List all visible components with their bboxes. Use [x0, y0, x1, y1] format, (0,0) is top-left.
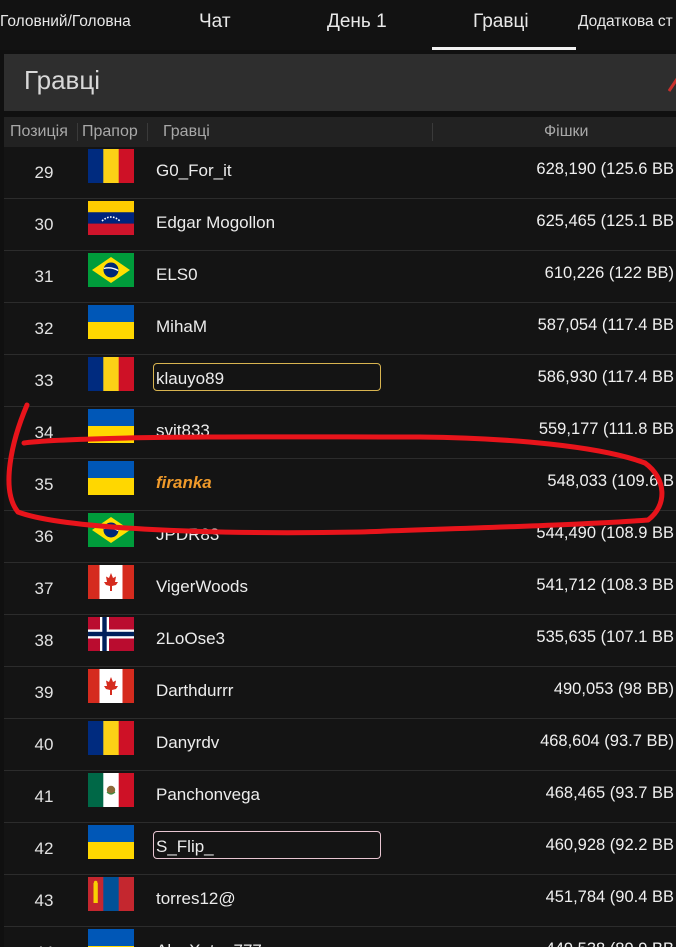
player-chips: 544,490 (108.9 BB — [536, 524, 674, 542]
player-chips: 541,712 (108.3 BB — [536, 576, 674, 594]
row-position: 43 — [34, 891, 54, 910]
row-position: 37 — [34, 579, 54, 598]
column-divider — [147, 123, 148, 141]
brazil-flag-icon — [88, 513, 134, 547]
table-row[interactable]: 35 firanka 548,033 (109.6 B — [4, 459, 676, 511]
ukraine-flag-icon — [88, 305, 134, 339]
table-row[interactable]: 42 S_Flip_ 460,928 (92.2 BB — [4, 823, 676, 875]
row-position: 31 — [34, 267, 54, 286]
player-name[interactable]: Danyrdv — [156, 719, 219, 767]
player-name[interactable]: MihaM — [156, 303, 207, 351]
romania-flag-icon — [88, 357, 134, 391]
tab-main[interactable]: Головний/Головна — [0, 0, 131, 50]
player-chips: 559,177 (111.8 BB — [538, 420, 674, 438]
column-players[interactable]: Гравці — [163, 123, 210, 141]
player-name[interactable]: S_Flip_ — [156, 823, 214, 871]
row-position: 32 — [34, 319, 54, 338]
brazil-flag-icon — [88, 253, 134, 287]
table-row[interactable]: 37 VigerWoods 541,712 (108.3 BB — [4, 563, 676, 615]
row-position: 38 — [34, 631, 54, 650]
player-name[interactable]: 2LoOse3 — [156, 615, 225, 663]
tab-additional[interactable]: Додаткова ст — [578, 0, 673, 50]
row-position: 41 — [34, 787, 54, 806]
player-chips: 586,930 (117.4 BB — [537, 368, 674, 386]
table-row[interactable]: 30 Edgar Mogollon 625,465 (125.1 BB — [4, 199, 676, 251]
table-row[interactable]: 36 JPDR83 544,490 (108.9 BB — [4, 511, 676, 563]
panel-title: Гравці — [24, 65, 101, 95]
player-name[interactable]: AlexXata_777 — [156, 927, 262, 947]
players-table-body: 29 G0_For_it 628,190 (125.6 BB 30 Edgar Mogo… — [4, 147, 676, 947]
column-divider — [77, 123, 78, 141]
mongolia-flag-icon — [88, 877, 134, 911]
venezuela-flag-icon — [88, 201, 134, 235]
player-name[interactable]: Darthdurrr — [156, 667, 233, 715]
player-chips: 628,190 (125.6 BB — [536, 160, 674, 178]
player-chips: 587,054 (117.4 BB — [537, 316, 674, 334]
table-row[interactable]: 34 svit833 559,177 (111.8 BB — [4, 407, 676, 459]
row-position: 42 — [34, 839, 54, 858]
player-name[interactable]: JPDR83 — [156, 511, 219, 559]
player-chips: 468,465 (93.7 BB — [545, 784, 674, 802]
player-name[interactable]: VigerWoods — [156, 563, 248, 611]
panel-header: Гравці — [4, 54, 676, 111]
ukraine-flag-icon — [88, 409, 134, 443]
canada-flag-icon — [88, 565, 134, 599]
player-chips: 449,538 (89.9 BB — [546, 927, 674, 947]
player-name[interactable]: G0_For_it — [156, 147, 232, 195]
row-position: 40 — [34, 735, 54, 754]
player-name[interactable]: klauyo89 — [156, 355, 224, 403]
table-row[interactable]: 31 ELS0 610,226 (122 BB) — [4, 251, 676, 303]
ukraine-flag-icon — [88, 929, 134, 947]
player-chips: 490,053 (98 BB) — [553, 680, 674, 698]
mexico-flag-icon — [88, 773, 134, 807]
player-chips: 468,604 (93.7 BB) — [540, 732, 674, 750]
tab-chat[interactable]: Чат — [199, 0, 231, 50]
player-name[interactable]: torres12@ — [156, 875, 236, 923]
player-name[interactable]: Panchonvega — [156, 771, 260, 819]
table-row[interactable]: 41 Panchonvega 468,465 (93.7 BB — [4, 771, 676, 823]
norway-flag-icon — [88, 617, 134, 651]
row-position: 44 — [26, 927, 62, 947]
tab-day-1[interactable]: День 1 — [327, 0, 387, 50]
player-name[interactable]: Edgar Mogollon — [156, 199, 275, 247]
table-row[interactable]: 32 MihaM 587,054 (117.4 BB — [4, 303, 676, 355]
table-row[interactable]: 43 torres12@ 451,784 (90.4 BB — [4, 875, 676, 927]
tab-players[interactable]: Гравці — [473, 0, 529, 50]
player-chips: 548,033 (109.6 B — [547, 472, 674, 490]
table-row[interactable]: 40 Danyrdv 468,604 (93.7 BB) — [4, 719, 676, 771]
table-row[interactable]: 38 2LoOse3 535,635 (107.1 BB — [4, 615, 676, 667]
player-chips: 625,465 (125.1 BB — [536, 212, 674, 230]
active-tab-indicator — [432, 47, 576, 50]
table-row[interactable]: 33 klauyo89 586,930 (117.4 BB — [4, 355, 676, 407]
table-row[interactable]: 29 G0_For_it 628,190 (125.6 BB — [4, 147, 676, 199]
row-position: 36 — [34, 527, 54, 546]
column-flag[interactable]: Прапор — [82, 123, 138, 141]
player-name[interactable]: firanka — [156, 459, 212, 507]
player-chips: 460,928 (92.2 BB — [545, 836, 674, 854]
player-name[interactable]: svit833 — [156, 407, 210, 455]
romania-flag-icon — [88, 149, 134, 183]
column-divider — [432, 123, 433, 141]
romania-flag-icon — [88, 721, 134, 755]
player-chips: 451,784 (90.4 BB — [545, 888, 674, 906]
player-name[interactable]: ELS0 — [156, 251, 198, 299]
row-position: 29 — [34, 163, 54, 182]
row-position: 33 — [34, 371, 54, 390]
table-header: Позиція Прапор Гравці Фішки — [4, 117, 676, 147]
row-position: 30 — [34, 215, 54, 234]
column-position[interactable]: Позиція — [10, 123, 68, 141]
canada-flag-icon — [88, 669, 134, 703]
player-chips: 535,635 (107.1 BB — [536, 628, 674, 646]
top-tab-bar: Головний/Головна Чат День 1 Гравці Додат… — [0, 0, 676, 50]
row-position: 39 — [34, 683, 54, 702]
column-chips[interactable]: Фішки — [544, 123, 589, 141]
table-row[interactable]: 44 AlexXata_777 449,538 (89.9 BB — [4, 927, 676, 947]
row-position: 35 — [34, 475, 54, 494]
ukraine-flag-icon — [88, 825, 134, 859]
table-row[interactable]: 39 Darthdurrr 490,053 (98 BB) — [4, 667, 676, 719]
close-icon[interactable] — [668, 78, 676, 92]
row-position: 34 — [34, 423, 54, 442]
ukraine-flag-icon — [88, 461, 134, 495]
player-chips: 610,226 (122 BB) — [544, 264, 674, 282]
